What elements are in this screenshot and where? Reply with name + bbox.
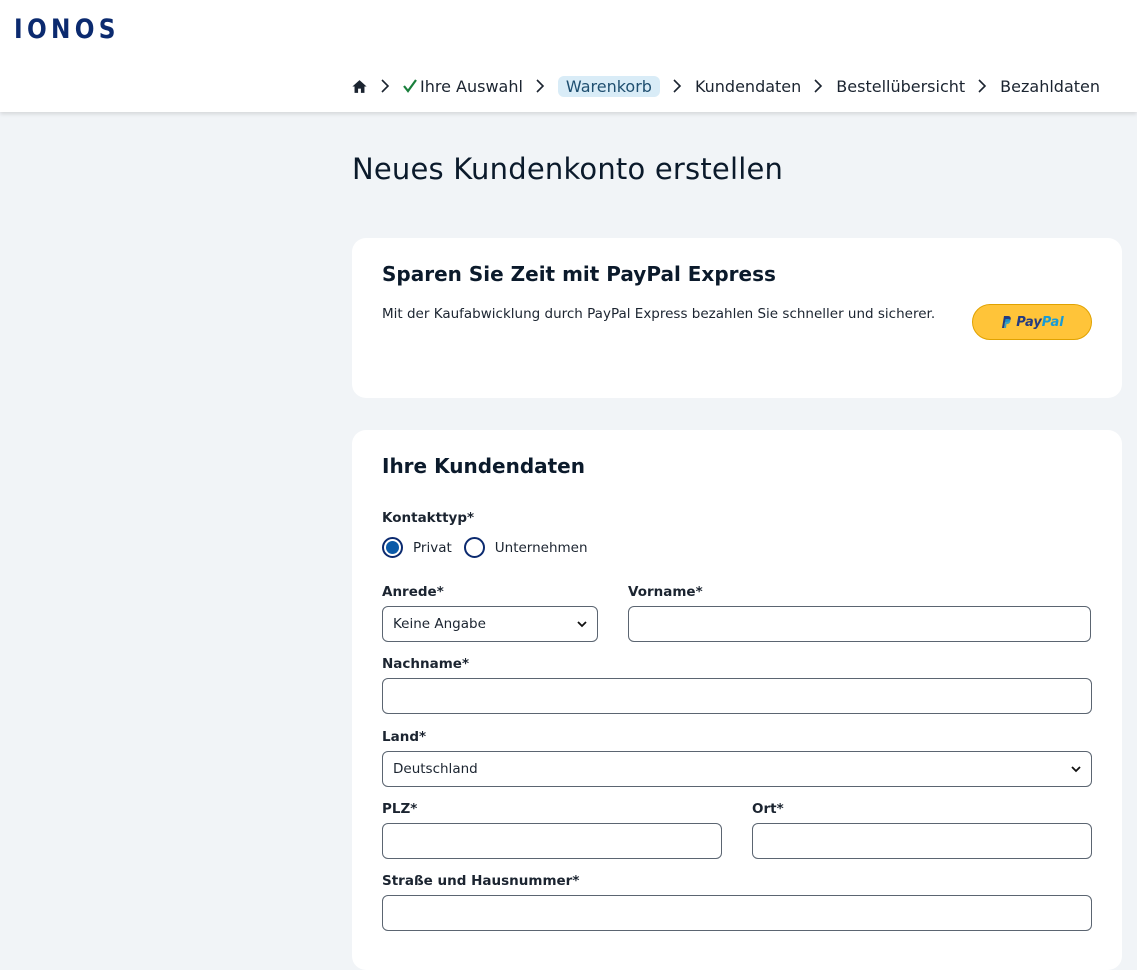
country-select[interactable]: Deutschland (382, 751, 1092, 787)
last-name-label: Nachname* (382, 656, 470, 672)
radio-unternehmen[interactable] (463, 537, 485, 558)
customer-data-card: Ihre Kundendaten Kontakttyp* Privat Unte… (352, 430, 1122, 970)
ionos-logo[interactable]: IONOS (14, 14, 120, 45)
chevron-down-icon (1071, 766, 1081, 773)
first-name-input[interactable] (628, 606, 1091, 642)
chevron-right-icon (536, 79, 545, 93)
chevron-right-icon (978, 79, 987, 93)
paypal-express-card: Sparen Sie Zeit mit PayPal Express Mit d… (352, 238, 1122, 398)
paypal-button[interactable]: Pay Pal (972, 304, 1092, 340)
country-label: Land* (382, 729, 427, 745)
salutation-label: Anrede* (382, 584, 444, 600)
customer-card-title: Ihre Kundendaten (382, 454, 585, 478)
zip-label: PLZ* (382, 801, 418, 817)
paypal-description: Mit der Kaufabwicklung durch PayPal Expr… (382, 306, 936, 322)
paypal-icon (1002, 316, 1012, 328)
chevron-right-icon (814, 79, 823, 93)
radio-label-unternehmen[interactable]: Unternehmen (495, 540, 588, 556)
street-label: Straße und Hausnummer* (382, 873, 580, 889)
breadcrumb: Ihre Auswahl Warenkorb Kundendaten Beste… (351, 74, 1100, 98)
salutation-value: Keine Angabe (393, 616, 486, 632)
breadcrumb-item-bezahldaten: Bezahldaten (1000, 76, 1100, 96)
city-input[interactable] (752, 823, 1092, 859)
radio-privat[interactable] (382, 537, 403, 558)
salutation-select[interactable]: Keine Angabe (382, 606, 598, 642)
site-header: IONOS Ihre Auswahl Warenkorb Kundendaten… (0, 0, 1137, 112)
contact-type-radio-group: Privat Unternehmen (382, 537, 600, 558)
street-input[interactable] (382, 895, 1092, 931)
contact-type-label: Kontakttyp* (382, 510, 475, 526)
breadcrumb-item-ihre-auswahl[interactable]: Ihre Auswahl (403, 77, 523, 96)
breadcrumb-label: Ihre Auswahl (420, 76, 523, 96)
radio-label-privat[interactable]: Privat (413, 540, 452, 556)
chevron-right-icon (673, 79, 682, 93)
last-name-input[interactable] (382, 678, 1092, 714)
paypal-wordmark-pal: Pal (1041, 314, 1064, 330)
breadcrumb-item-bestelluebersicht: Bestellübersicht (836, 76, 966, 96)
paypal-card-title: Sparen Sie Zeit mit PayPal Express (382, 262, 776, 286)
chevron-right-icon (381, 79, 390, 93)
breadcrumb-item-kundendaten: Kundendaten (694, 76, 802, 96)
chevron-down-icon (577, 621, 587, 628)
first-name-label: Vorname* (628, 584, 703, 600)
page-title: Neues Kundenkonto erstellen (352, 152, 784, 186)
paypal-wordmark-pay: Pay (1016, 314, 1042, 330)
zip-input[interactable] (382, 823, 722, 859)
country-value: Deutschland (393, 761, 478, 777)
home-icon[interactable] (351, 78, 368, 95)
checkmark-icon (403, 79, 417, 93)
city-label: Ort* (752, 801, 784, 817)
breadcrumb-item-warenkorb[interactable]: Warenkorb (557, 75, 660, 97)
